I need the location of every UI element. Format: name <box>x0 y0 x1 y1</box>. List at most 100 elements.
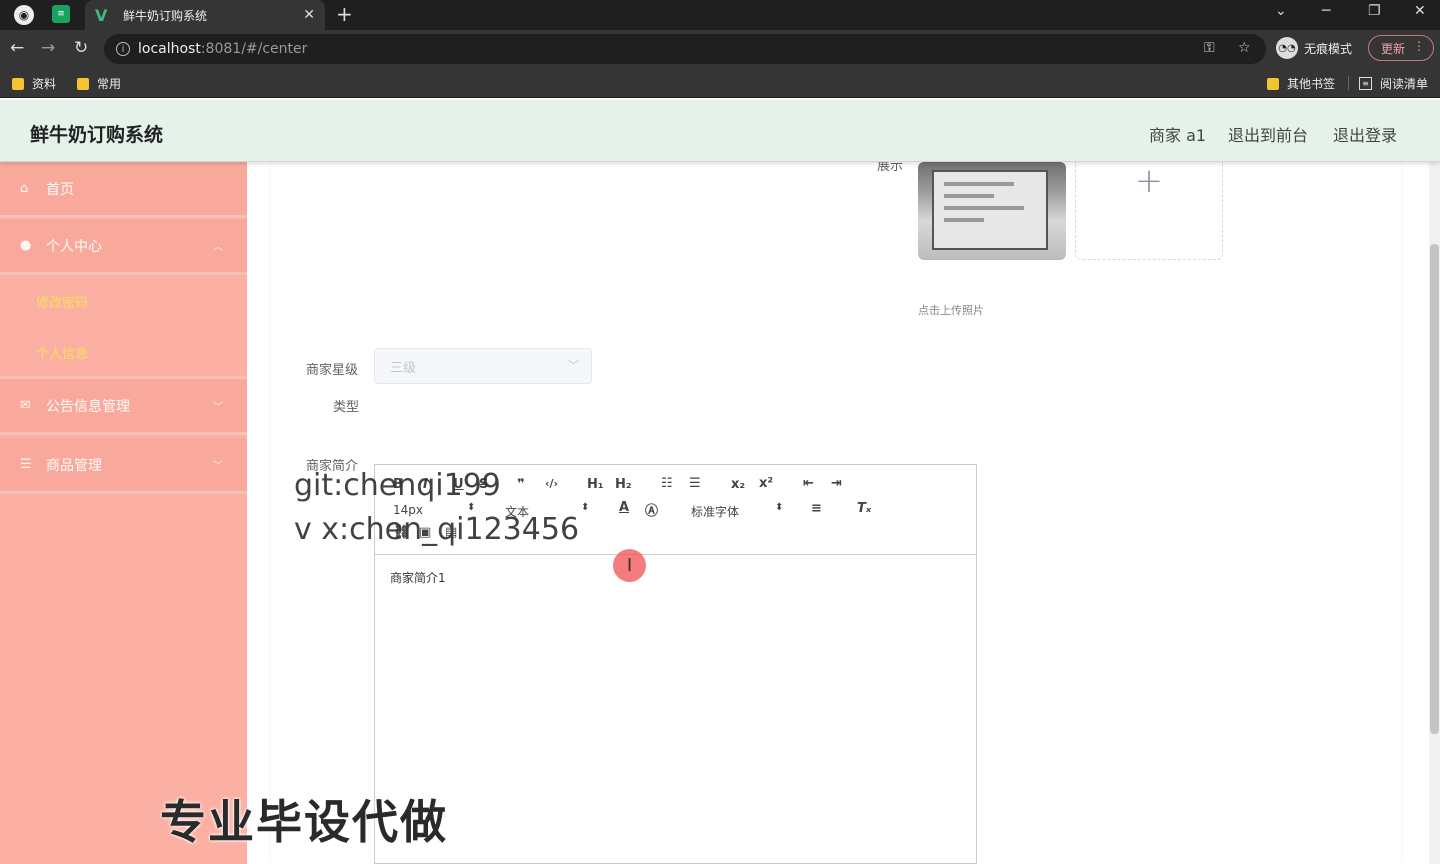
cursor-indicator: I <box>613 549 646 582</box>
reload-icon[interactable]: ↻ <box>74 38 88 58</box>
sidebar-subitem-password[interactable]: 修改密码 <box>36 292 88 311</box>
reading-list[interactable]: ≡ 阅读清单 <box>1359 75 1428 92</box>
home-icon: ⌂ <box>20 181 29 196</box>
logout-link[interactable]: 退出登录 <box>1333 122 1397 146</box>
bookmark-label: 常用 <box>97 77 122 91</box>
uploaded-photo[interactable] <box>918 162 1066 260</box>
chevron-down-icon: ﹀ <box>213 402 223 413</box>
globe-icon[interactable]: ◉ <box>14 5 34 25</box>
chevron-down-icon: ﹀ <box>213 461 223 472</box>
sidebar-item-home[interactable]: ⌂ 首页 <box>0 162 247 218</box>
sidebar-item-label: 商品管理 <box>46 457 102 474</box>
h2-icon[interactable]: H₂ <box>615 477 632 492</box>
folder-icon <box>1267 77 1279 90</box>
photo-detail <box>944 182 1014 186</box>
sidebar: ⌂ 首页 ● 个人中心 ︿ 修改密码 个人信息 ✉ 公告信息管理 ﹀ ☰ 商品管… <box>0 162 247 864</box>
chevron-up-icon: ︿ <box>213 242 223 253</box>
info-icon[interactable]: i <box>116 42 130 56</box>
code-icon[interactable]: ‹/› <box>545 477 558 490</box>
bookmark-separator <box>1348 76 1349 90</box>
key-icon[interactable]: ⚿ <box>1204 40 1215 56</box>
close-icon[interactable]: ✕ <box>303 7 315 23</box>
url-path: :8081/#/center <box>200 41 308 57</box>
folder-icon <box>12 77 24 90</box>
star-level-label: 商家星级 <box>306 363 359 378</box>
chevron-down-icon[interactable]: ⌄ <box>1275 3 1287 19</box>
watermark-line-1: git:chenqi199 <box>294 468 501 503</box>
star-icon[interactable]: ☆ <box>1238 40 1251 56</box>
star-level-value: 三级 <box>390 360 417 376</box>
folder-icon <box>77 77 89 90</box>
window-close-icon[interactable]: ✕ <box>1414 3 1426 19</box>
type-label: 类型 <box>333 400 360 415</box>
outdent-icon[interactable]: ⇤ <box>803 476 814 491</box>
upload-hint: 点击上传照片 <box>918 304 984 317</box>
clear-format-icon[interactable]: Tₓ <box>857 501 871 516</box>
sidebar-item-notice[interactable]: ✉ 公告信息管理 ﹀ <box>0 379 247 435</box>
photo-content <box>932 170 1048 250</box>
forward-icon[interactable]: → <box>41 38 55 58</box>
scrollbar-thumb[interactable] <box>1430 244 1439 734</box>
sidebar-item-label: 个人中心 <box>46 238 102 255</box>
upload-photo-button[interactable]: + <box>1075 162 1223 260</box>
updown-icon: ⬍ <box>775 502 784 513</box>
sidebar-item-personal-center[interactable]: ● 个人中心 ︿ <box>0 219 247 275</box>
bullet-list-icon[interactable]: ☰ <box>689 476 701 491</box>
bookmark-folder[interactable]: 常用 <box>77 75 121 92</box>
incognito-label: 无痕模式 <box>1304 41 1353 56</box>
h1-icon[interactable]: H₁ <box>587 477 604 492</box>
quote-icon[interactable]: ❞ <box>517 477 525 492</box>
sidebar-item-label: 首页 <box>46 181 74 198</box>
chevron-down-icon: ﹀ <box>568 359 579 372</box>
align-icon[interactable]: ≡ <box>811 501 822 516</box>
sidebar-item-label: 公告信息管理 <box>46 398 130 415</box>
bookmark-label: 其他书签 <box>1287 77 1336 91</box>
sheet-icon[interactable]: ≡ <box>52 5 70 23</box>
more-icon: ⋮ <box>1413 39 1425 53</box>
sidebar-item-products[interactable]: ☰ 商品管理 ﹀ <box>0 438 247 494</box>
incognito-icon: ◔◔ <box>1276 37 1298 59</box>
font-family-select[interactable]: 标准字体 <box>691 503 739 520</box>
user-icon: ● <box>20 238 32 253</box>
watermark-line-2: v x:chen_qi123456 <box>294 512 580 547</box>
superscript-icon[interactable]: x² <box>759 476 773 491</box>
promo-text: 专业毕设代做 <box>160 795 448 849</box>
app-title: 鲜牛奶订购系统 <box>30 124 164 146</box>
update-label: 更新 <box>1381 41 1406 56</box>
text-cursor-icon: I <box>626 555 633 576</box>
browser-tab-active[interactable]: V 鲜牛奶订购系统 ✕ <box>85 0 325 30</box>
incognito-indicator[interactable]: ◔◔ 无痕模式 <box>1276 37 1352 59</box>
bookmark-folder-other[interactable]: 其他书签 <box>1267 75 1335 92</box>
back-to-front-link[interactable]: 退出到前台 <box>1228 122 1308 146</box>
photo-detail <box>944 194 994 198</box>
tab-title: 鲜牛奶订购系统 <box>123 8 208 23</box>
font-color-icon[interactable]: A <box>619 500 629 515</box>
sidebar-subitem-profile[interactable]: 个人信息 <box>36 343 88 362</box>
restore-icon[interactable]: ❐ <box>1368 3 1381 19</box>
bookmark-label: 资料 <box>32 77 57 91</box>
reading-list-icon: ≡ <box>1359 77 1372 90</box>
minimize-icon[interactable]: ─ <box>1322 3 1330 19</box>
photo-detail <box>944 206 1024 210</box>
background-color-icon[interactable]: Ⓐ <box>645 500 658 519</box>
url-input[interactable]: i localhost:8081/#/center ⚿ ☆ <box>104 34 1266 64</box>
indent-icon[interactable]: ⇥ <box>831 476 842 491</box>
subscript-icon[interactable]: x₂ <box>731 477 745 492</box>
bookmark-folder[interactable]: 资料 <box>12 75 56 92</box>
new-tab-icon[interactable]: + <box>336 2 353 26</box>
photo-detail <box>944 218 984 222</box>
browser-tab-bar: ◉ ≡ V 鲜牛奶订购系统 ✕ + ⌄ ─ ❐ ✕ <box>0 0 1440 30</box>
mail-icon: ✉ <box>20 398 31 413</box>
star-level-select[interactable]: 三级 ﹀ <box>374 348 592 384</box>
back-icon[interactable]: ← <box>10 38 24 58</box>
address-bar: ← → ↻ i localhost:8081/#/center ⚿ ☆ ◔◔ 无… <box>0 30 1440 68</box>
bookmark-label: 阅读清单 <box>1380 77 1429 91</box>
page-scrollbar[interactable] <box>1429 162 1440 864</box>
app-header: 鲜牛奶订购系统 商家 a1 退出到前台 退出登录 <box>0 100 1440 162</box>
ordered-list-icon[interactable]: ☷ <box>661 476 673 491</box>
editor-content[interactable]: 商家简介1 <box>390 569 446 586</box>
bookmarks-bar: 资料 常用 其他书签 ≡ 阅读清单 <box>0 68 1440 98</box>
user-name: 商家 a1 <box>1149 126 1207 145</box>
list-icon: ☰ <box>20 457 32 472</box>
update-button[interactable]: 更新 ⋮ <box>1368 35 1434 61</box>
